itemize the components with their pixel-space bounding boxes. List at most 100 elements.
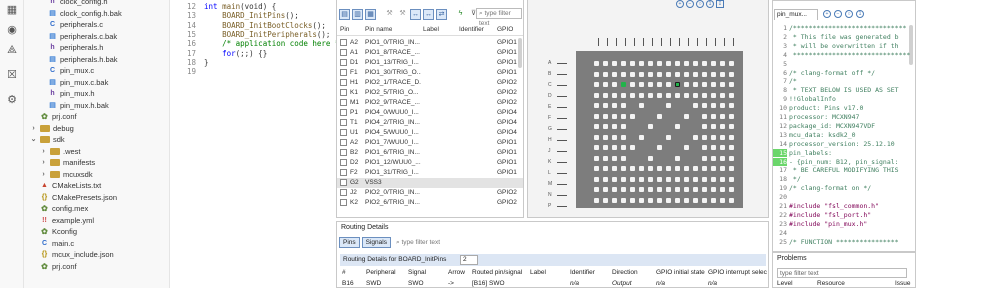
source-reset-icon[interactable]: 1 [856, 10, 864, 18]
col-issue[interactable]: Issue [895, 280, 911, 287]
pin-ball[interactable] [702, 187, 707, 192]
route-both-icon[interactable]: ⇄ [436, 9, 447, 20]
route-out-icon[interactable]: ↔ [423, 9, 434, 20]
pin-ball[interactable] [729, 155, 734, 161]
pin-ball[interactable] [666, 61, 671, 66]
pin-ball[interactable] [612, 103, 617, 108]
pin-ball[interactable] [702, 124, 707, 129]
pin-ball[interactable] [612, 124, 617, 129]
pin-ball[interactable] [675, 176, 680, 182]
pin-ball[interactable] [693, 166, 698, 171]
pin-ball[interactable] [612, 166, 617, 171]
pin-ball[interactable] [666, 92, 671, 98]
pin-checkbox[interactable] [340, 59, 347, 66]
pin-checkbox[interactable] [340, 129, 347, 136]
pin-ball[interactable] [612, 71, 617, 77]
pin-ball[interactable] [657, 197, 662, 203]
problems-title[interactable]: Problems [777, 255, 807, 262]
pin-ball[interactable] [621, 124, 626, 129]
routing-filter-input[interactable]: ⌕ type filter text [396, 239, 440, 247]
pin-ball[interactable] [693, 71, 698, 77]
pin-ball[interactable] [594, 124, 599, 129]
pin-ball[interactable] [720, 187, 725, 192]
tree-item[interactable]: › debug [30, 123, 74, 134]
pin-ball[interactable] [612, 134, 617, 140]
pin-ball[interactable] [603, 176, 608, 182]
pin-ball[interactable] [693, 103, 698, 108]
pin-row[interactable]: J2 PIO2_0/TRIG_IN... GPIO2 [337, 188, 523, 198]
pin-ball[interactable] [702, 82, 707, 87]
code-line[interactable]: /* application code here */ [204, 39, 344, 48]
code-line[interactable]: BOARD_InitBootClocks(); [204, 21, 326, 30]
source-line[interactable]: 16- {pin_num: B12, pin_signal: [773, 157, 911, 166]
chevron-icon[interactable]: › [40, 158, 47, 167]
tree-item[interactable]: h peripherals.h [48, 42, 103, 53]
pin-row[interactable]: B2 PIO1_6/TRIG_IN... GPIO1 [337, 148, 523, 158]
pin-ball[interactable] [612, 113, 617, 119]
pin-ball[interactable] [657, 71, 662, 77]
pin-checkbox[interactable] [340, 139, 347, 146]
pin-ball[interactable] [729, 124, 734, 129]
tree-item[interactable]: › .west [40, 146, 80, 157]
pin-ball[interactable] [675, 197, 680, 203]
pin-ball[interactable] [612, 145, 617, 150]
close-box-icon[interactable]: ☒ [4, 67, 20, 81]
pin-ball[interactable] [630, 145, 635, 150]
routing-title[interactable]: Routing Details [341, 224, 388, 231]
pin-ball[interactable] [684, 71, 689, 77]
source-line[interactable]: 17 * BE CAREFUL MODIFYING THIS [773, 166, 911, 174]
pin-ball[interactable] [702, 92, 707, 98]
pin-ball[interactable] [648, 187, 653, 192]
col-identifier[interactable]: Identifier [459, 26, 484, 33]
pin-ball[interactable] [693, 82, 698, 87]
pin-ball[interactable] [639, 61, 644, 66]
pin-ball[interactable] [594, 155, 599, 161]
pin-ball[interactable] [612, 92, 617, 98]
tree-item[interactable]: ▲ CMakeLists.txt [40, 180, 101, 191]
pin-ball[interactable] [657, 92, 662, 98]
pin-ball[interactable] [639, 176, 644, 182]
pin-ball[interactable] [648, 82, 653, 87]
pin-ball[interactable] [603, 197, 608, 203]
pin-ball[interactable] [594, 166, 599, 171]
tree-item[interactable]: h pin_mux.h [48, 88, 94, 99]
pin-ball[interactable] [711, 124, 716, 129]
tree-item[interactable]: ✿ config.mex [40, 203, 88, 214]
col-gpio[interactable]: GPIO [497, 26, 513, 33]
pin-ball[interactable] [594, 71, 599, 77]
pin-ball[interactable] [666, 197, 671, 203]
pin-ball[interactable] [729, 113, 734, 119]
extensions-icon[interactable]: ▦ [4, 2, 20, 16]
pin-ball[interactable] [648, 92, 653, 98]
pin-ball[interactable] [594, 187, 599, 192]
pin-ball[interactable] [729, 71, 734, 77]
zoom-in-icon[interactable]: + [676, 0, 684, 8]
pin-ball[interactable] [675, 166, 680, 171]
code-line[interactable]: int main(void) { [204, 2, 276, 11]
pin-ball[interactable] [657, 176, 662, 182]
pin-ball[interactable] [729, 103, 734, 108]
zoom-out-icon[interactable]: − [686, 0, 694, 8]
pin-ball[interactable] [612, 82, 617, 87]
pin-ball[interactable] [612, 61, 617, 66]
pin-checkbox[interactable] [340, 119, 347, 126]
pin-ball[interactable] [648, 71, 653, 77]
pin-ball[interactable] [675, 71, 680, 77]
source-line[interactable]: 20 [773, 193, 911, 201]
source-line[interactable]: 18 */ [773, 175, 911, 183]
pin-ball[interactable] [612, 187, 617, 192]
pin-ball[interactable] [729, 145, 734, 150]
pin-ball[interactable] [594, 61, 599, 66]
pin-ball[interactable] [729, 176, 734, 182]
pin-checkbox[interactable] [340, 169, 347, 176]
pin-ball[interactable] [603, 103, 608, 108]
pin-checkbox[interactable] [340, 159, 347, 166]
routing-col-header[interactable]: Routed pin/signal [472, 268, 522, 278]
pin-ball[interactable] [657, 82, 662, 87]
pin-ball[interactable] [702, 197, 707, 203]
pin-ball[interactable] [630, 92, 635, 98]
pin-ball[interactable] [603, 124, 608, 129]
pin-ball[interactable] [639, 71, 644, 77]
pin-ball[interactable] [693, 187, 698, 192]
zoom-fit-icon[interactable]: ○ [696, 0, 704, 8]
